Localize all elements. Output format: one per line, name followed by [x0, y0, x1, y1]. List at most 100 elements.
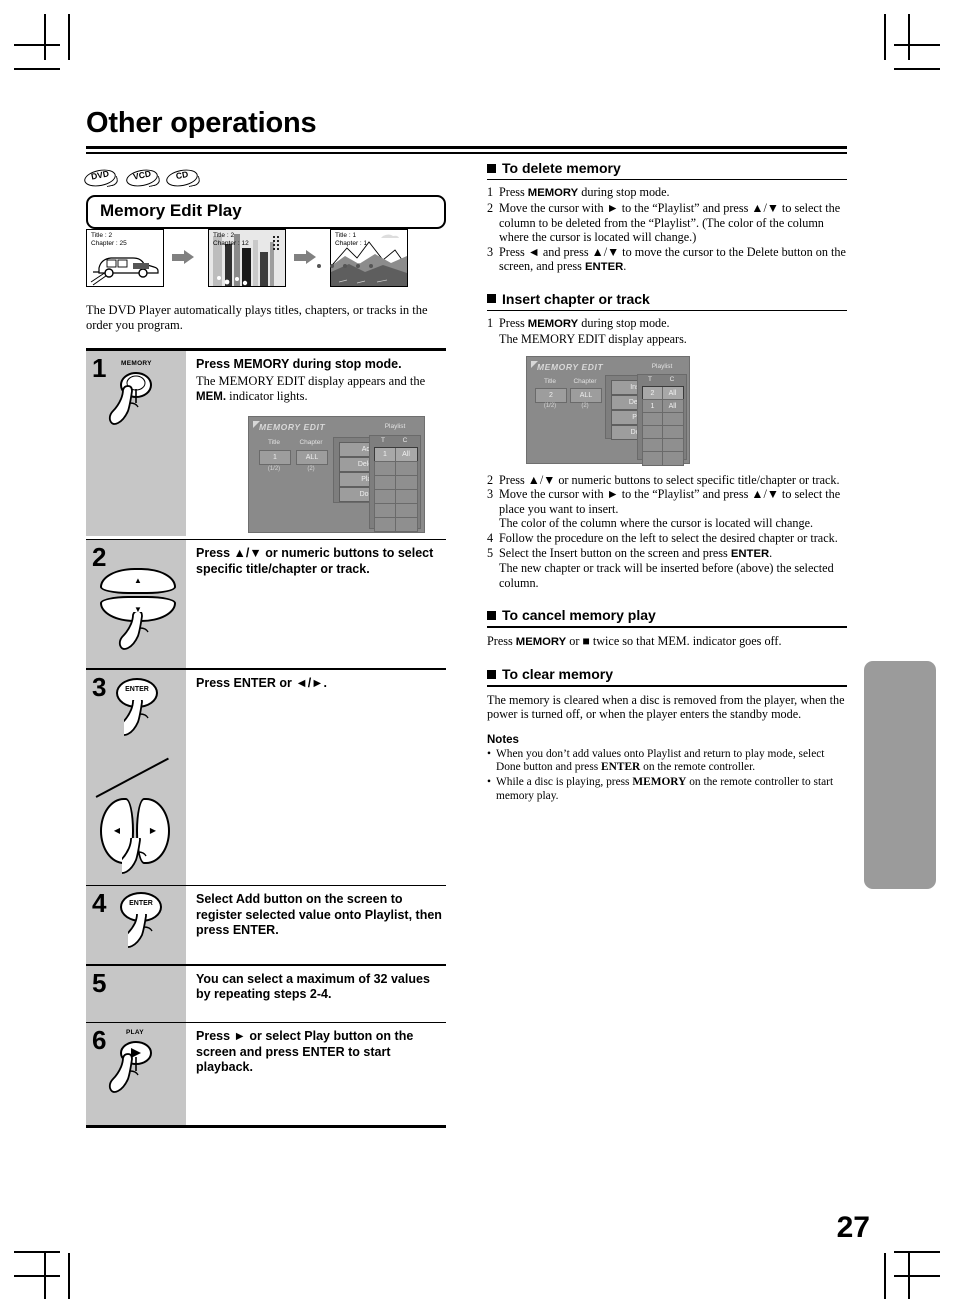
osd1-playlist-row-2[interactable]: [374, 460, 418, 476]
delete-step-2-text: Move the cursor with ► to the “Playlist”…: [499, 200, 841, 245]
step-5-heading: You can select a maximum of 32 values by…: [196, 971, 430, 1002]
insert-step-3-text: Move the cursor with ► to the “Playlist”…: [499, 487, 841, 531]
crop-mark-tl-h: [14, 44, 60, 46]
heading-delete-memory-text: To delete memory: [502, 160, 621, 176]
osd1-row1-c: All: [402, 450, 410, 458]
osd2-title: MEMORY EDIT: [537, 361, 604, 372]
enter-key-label: ENTER: [125, 685, 149, 693]
delete-memory-steps: 1 Press MEMORY during stop mode. 2 Move …: [487, 185, 847, 275]
step-2-content: Press ▲/▼ or numeric buttons to select s…: [186, 540, 446, 668]
step-6-heading: Press ► or select Play button on the scr…: [196, 1029, 414, 1075]
crop-mark-br-h: [894, 1251, 940, 1253]
insert-step-5-number: 5: [487, 545, 494, 560]
thumbnail-mountain-title: Title : 1: [335, 232, 357, 239]
right-column: To delete memory 1 Press MEMORY during s…: [487, 160, 847, 803]
insert-step-2-number: 2: [487, 472, 494, 487]
insert-step-1-a: Press: [499, 316, 528, 331]
crop-mark-br2-v: [884, 1253, 886, 1299]
step-1-content: Press MEMORY during stop mode. The MEMOR…: [186, 351, 446, 539]
up-arrow-key-icon: ▲: [100, 568, 176, 595]
step-3-heading: Press ENTER or ◄/►.: [196, 675, 328, 690]
crop-mark-tl2-v: [68, 14, 70, 60]
insert-step-1-text: Press MEMORY during stop mode. The MEMOR…: [499, 316, 847, 346]
step-6-key-caption: PLAY: [126, 1029, 144, 1037]
title-rule-thick: [86, 146, 847, 149]
step-row-4: 4 ENTER Select Add button on the screen …: [86, 886, 446, 965]
osd1-playlist-row-6[interactable]: [374, 516, 418, 532]
delete-step-1-number: 1: [487, 185, 494, 200]
memory-edit-osd-insert: MEMORY EDIT Title 2 (1/2) Chapter ALL (2…: [526, 355, 690, 466]
bullet-square-icon: [487, 610, 496, 620]
thumbnail-arrow-2-icon: [294, 250, 316, 264]
delete-step-1-text: Press MEMORY during stop mode.: [499, 185, 847, 201]
insert-chapter-steps-part2: 2 Press ▲/▼ or numeric buttons to select…: [487, 473, 847, 591]
insert-step-4-number: 4: [487, 530, 494, 545]
thumbnail-city-chapter: Chapter : 12: [213, 240, 249, 247]
heading-rule-clear: [487, 685, 847, 687]
title-rule-thin: [86, 152, 847, 154]
delete-step-3-text: Press ◄ and press ▲/▼ to move the cursor…: [499, 245, 847, 275]
osd2-playlist-header-c: C: [669, 375, 675, 383]
osd1-playlist-row-1[interactable]: 1 All: [374, 446, 418, 462]
insert-chapter-steps-part1: 1 Press MEMORY during stop mode. The MEM…: [487, 316, 847, 346]
insert-step-5-bold: ENTER: [730, 547, 770, 560]
list-item: 1 Press MEMORY during stop mode. The MEM…: [487, 316, 847, 346]
osd2-title-value: 2: [535, 387, 567, 403]
thumbnail-city-title: Title : 2: [213, 232, 235, 239]
list-item: • When you don’t add values onto Playlis…: [487, 748, 847, 775]
osd1-title-sub: (1/2): [267, 465, 281, 472]
list-item: 1 Press MEMORY during stop mode.: [487, 185, 847, 201]
osd1-playlist-row-4[interactable]: [374, 488, 418, 504]
heading-clear-memory-text: To clear memory: [502, 666, 614, 683]
list-item: 2 Move the cursor with ► to the “Playlis…: [487, 201, 847, 245]
thumbnail-continuation-dots: [317, 255, 387, 273]
note-1-bold: ENTER: [601, 761, 641, 774]
step-2-heading: Press ▲/▼ or numeric buttons to select s…: [196, 546, 434, 576]
step-3-divider-slash: [95, 757, 169, 798]
crop-mark-tr2-h: [894, 68, 940, 70]
list-item: 2 Press ▲/▼ or numeric buttons to select…: [487, 473, 847, 488]
step-3-content: Press ENTER or ◄/►.: [186, 670, 446, 885]
enter-key-label-step4: ENTER: [129, 900, 153, 908]
heading-rule-insert: [487, 309, 847, 312]
clear-memory-text: The memory is cleared when a disc is rem…: [487, 692, 845, 722]
osd1-playlist-row-5[interactable]: [374, 502, 418, 518]
note-2-bold: MEMORY: [632, 776, 687, 789]
osd2-playlist-row-6[interactable]: [642, 450, 684, 466]
delete-step-3-b: .: [623, 259, 627, 274]
step-row-6: 6 PLAY Press ► or select Play button on …: [86, 1023, 446, 1126]
list-item: 4 Follow the procedure on the left to se…: [487, 531, 847, 546]
step-1-mem-bold: MEM.: [196, 391, 227, 403]
step-5-content: You can select a maximum of 32 values by…: [186, 966, 446, 1022]
osd2-chapter-col-label: Chapter: [573, 377, 597, 385]
thumbnail-car-chapter: Chapter : 25: [91, 240, 127, 247]
note-2-text: While a disc is playing, press MEMORY on…: [496, 776, 847, 803]
cancel-text-a: Press: [487, 633, 516, 648]
manual-page: Other operations DVD VCD CD Memory Edit …: [0, 0, 954, 1313]
steps-table: 1 MEMORY Press MEMORY during stop mode. …: [86, 348, 446, 1129]
insert-step-3-number: 3: [487, 487, 494, 502]
heading-rule-delete: [487, 179, 847, 181]
section-heading-box: Memory Edit Play: [86, 195, 446, 229]
osd2-title-col-label: Title: [543, 377, 557, 385]
insert-step-5-a: Select the Insert button on the screen a…: [499, 545, 731, 560]
delete-step-1-a: Press: [499, 185, 528, 200]
bullet-square-icon: [487, 669, 496, 679]
page-title: Other operations: [86, 107, 317, 139]
heading-cancel-memory: To cancel memory play: [487, 607, 847, 623]
page-edge-tab: [864, 661, 936, 889]
delete-step-1-b: during stop mode.: [578, 185, 670, 200]
delete-step-3-number: 3: [487, 244, 494, 259]
step-3-number: 3: [92, 671, 107, 702]
step-1-key-caption: MEMORY: [121, 360, 152, 367]
hand-pointer-icon: [118, 612, 149, 650]
hand-pointer-arrows-icon: [122, 837, 147, 874]
thumbnail-car: Title : 2 Chapter : 25: [86, 229, 164, 287]
crop-mark-tr2-v: [884, 14, 886, 60]
osd1-title: MEMORY EDIT: [259, 421, 326, 432]
insert-step-4-text: Follow the procedure on the left to sele…: [499, 530, 838, 545]
osd1-row1-t: 1: [383, 450, 387, 458]
cd-disc-icon: CD: [164, 167, 201, 189]
osd1-playlist-row-3[interactable]: [374, 474, 418, 490]
crop-mark-tl2-h: [14, 68, 60, 70]
